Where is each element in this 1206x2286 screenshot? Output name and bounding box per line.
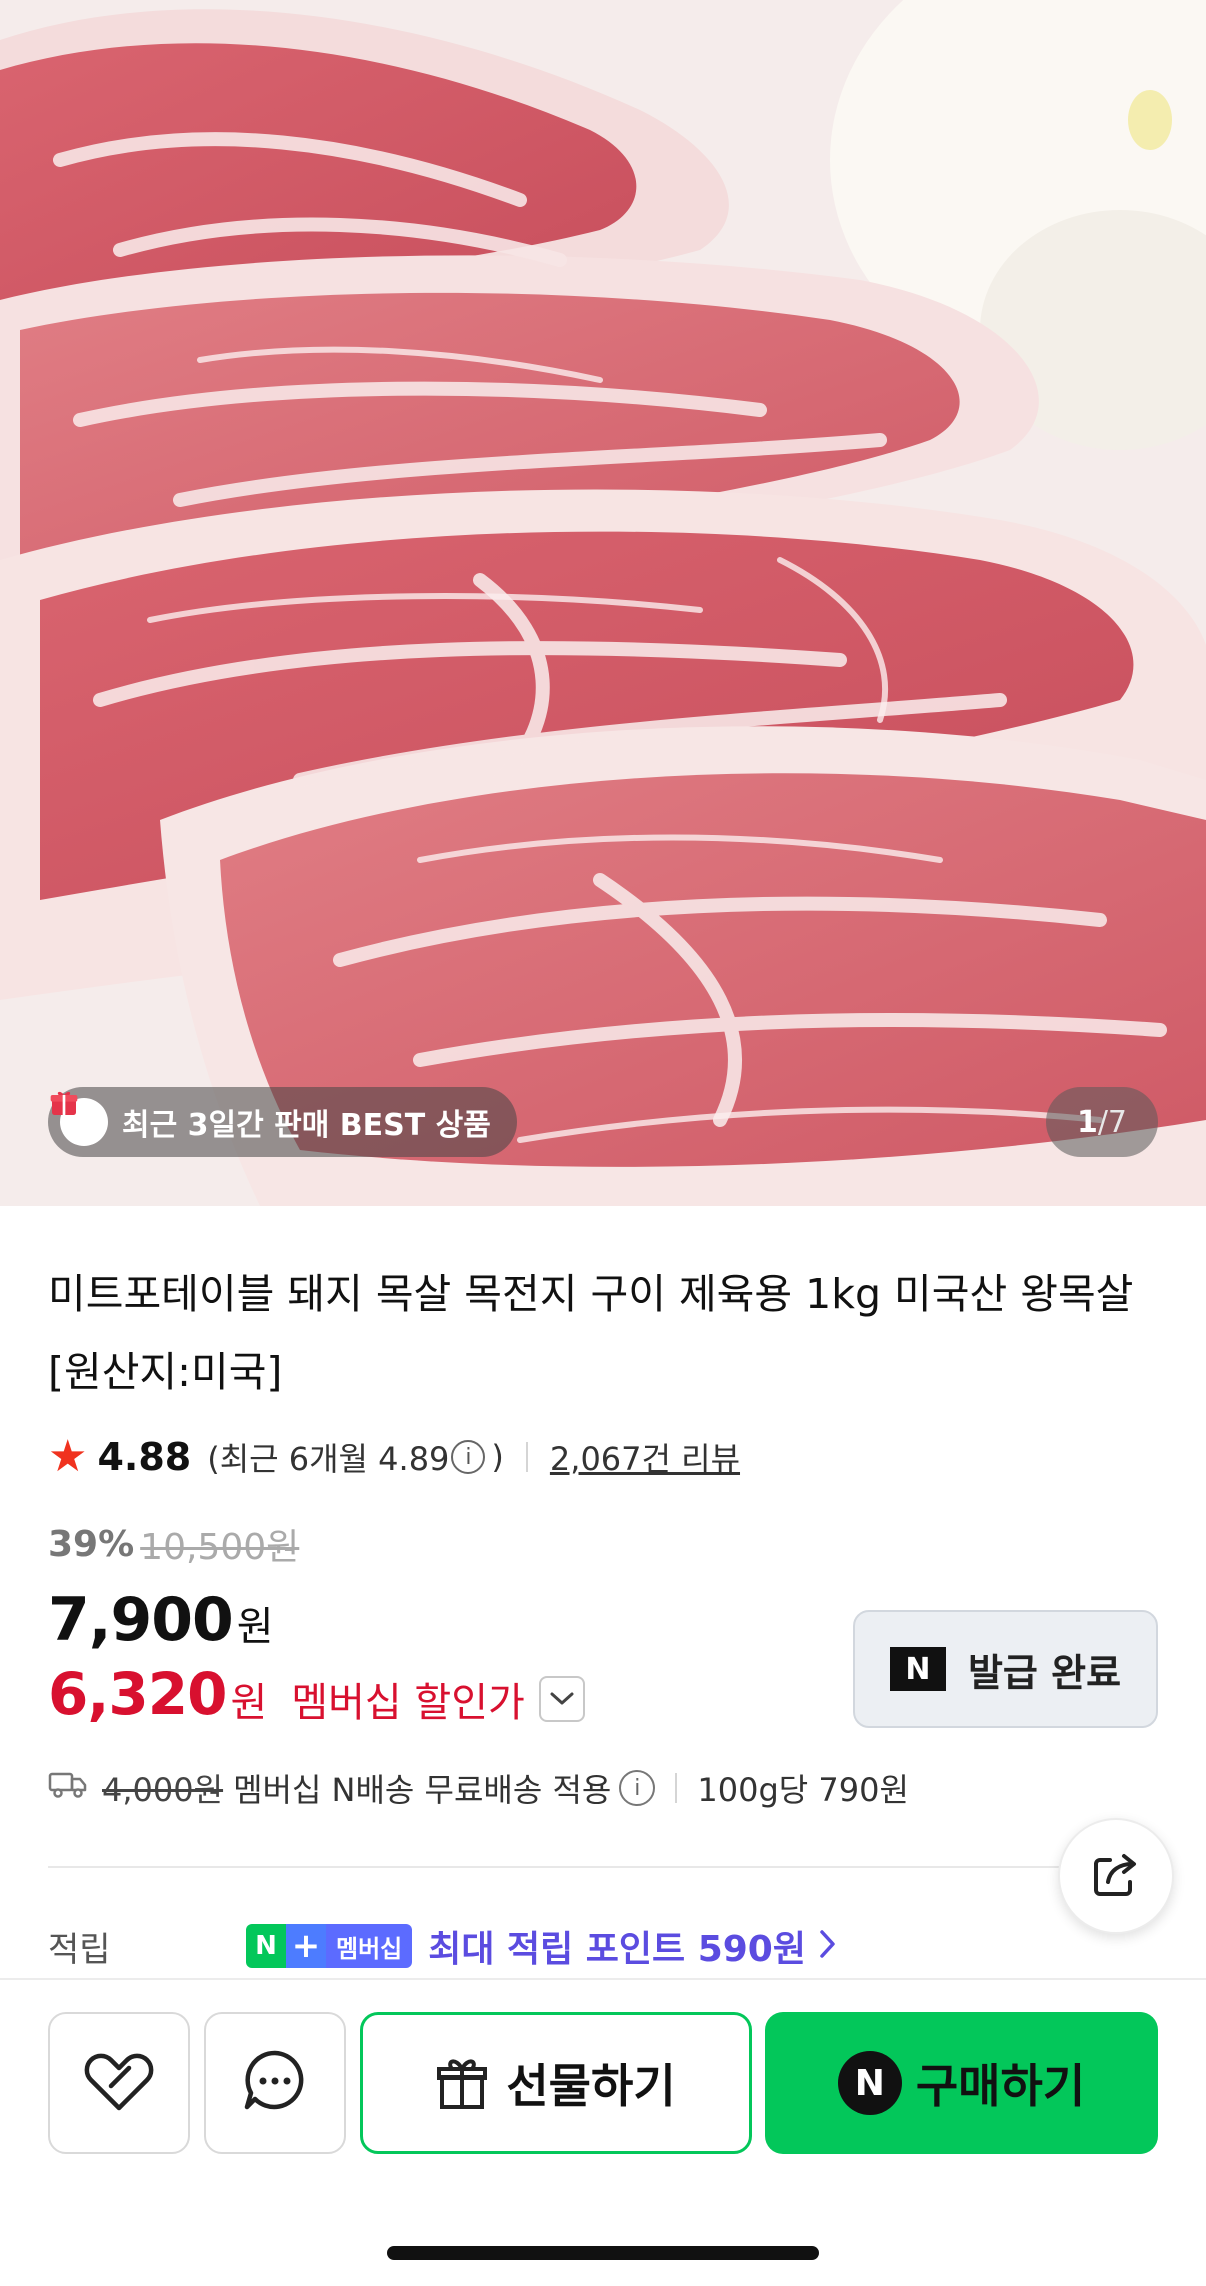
discount-rate: 39% xyxy=(48,1523,135,1565)
points-row[interactable]: 적립 N + 멤버십 최대 적립 포인트 590원 xyxy=(48,1918,1158,1974)
info-icon[interactable]: i xyxy=(619,1770,656,1806)
member-price-label: 멤버십 할인가 xyxy=(291,1680,525,1726)
original-price: 10,500원 xyxy=(140,1527,300,1568)
buy-button-label: 구매하기 xyxy=(915,2059,1086,2113)
best-badge-text: 최근 3일간 판매 BEST 상품 xyxy=(122,1108,491,1143)
best-seller-badge: 최근 3일간 판매 BEST 상품 xyxy=(48,1087,517,1157)
page-total: /7 xyxy=(1097,1104,1128,1140)
home-indicator xyxy=(387,2246,819,2260)
gift-button-label: 선물하기 xyxy=(506,2059,676,2113)
coupon-issued-button[interactable]: N 발급 완료 xyxy=(853,1610,1158,1728)
recent-rating-text: (최근 6개월 4.89 xyxy=(207,1440,450,1478)
sale-price: 7,900 원 xyxy=(48,1585,274,1655)
product-title: 미트포테이블 돼지 목살 목전지 구이 제육용 1kg 미국산 왕목살 [원산지… xyxy=(48,1270,1134,1396)
star-icon: ★ xyxy=(48,1431,88,1482)
buy-button[interactable]: N 구매하기 xyxy=(765,2012,1158,2154)
rating-row: ★ 4.88 (최근 6개월 4.89 i ) 2,067건 리뷰 xyxy=(48,1428,740,1486)
divider xyxy=(675,1773,678,1803)
shipping-row: 4,000원 멤버십 N배송 무료배송 적용 i 100g당 790원 xyxy=(48,1763,909,1813)
naver-n-icon: N xyxy=(889,1647,946,1691)
share-button[interactable] xyxy=(1058,1818,1174,1934)
chat-bubble-icon xyxy=(241,2047,309,2119)
review-count-link[interactable]: 2,067건 리뷰 xyxy=(550,1434,740,1480)
shipping-text: 멤버십 N배송 무료배송 적용 xyxy=(233,1771,612,1809)
discount-row: 39% 10,500원 xyxy=(48,1518,299,1570)
product-photo xyxy=(0,0,1206,1206)
chevron-right-icon xyxy=(818,1928,838,1964)
unit-price: 100g당 790원 xyxy=(697,1771,909,1809)
info-icon[interactable]: i xyxy=(451,1440,486,1474)
divider xyxy=(525,1442,528,1472)
truck-icon xyxy=(48,1769,88,1807)
badge-n: N xyxy=(246,1924,286,1968)
recent-rating-close: ) xyxy=(491,1438,504,1476)
page-current: 1 xyxy=(1076,1104,1098,1140)
sale-price-unit: 원 xyxy=(236,1604,274,1650)
original-shipping-fee: 4,000원 xyxy=(102,1771,224,1809)
badge-plus: + xyxy=(286,1924,326,1968)
badge-membership: 멤버십 xyxy=(326,1924,413,1968)
naver-n-icon: N xyxy=(837,2051,902,2115)
coupon-label: 발급 완료 xyxy=(967,1650,1122,1695)
gift-button[interactable]: 선물하기 xyxy=(360,2012,752,2154)
member-price-value: 6,320 xyxy=(48,1660,227,1728)
section-divider xyxy=(48,1866,1118,1868)
gift-box-icon xyxy=(437,2059,488,2109)
max-points-text: 최대 적립 포인트 590원 xyxy=(428,1929,806,1970)
chevron-down-icon[interactable] xyxy=(538,1676,585,1722)
product-image-carousel[interactable]: 최근 3일간 판매 BEST 상품 1 /7 xyxy=(0,0,1206,1206)
points-label: 적립 xyxy=(48,1929,111,1970)
wishlist-button[interactable] xyxy=(48,2012,190,2154)
bottom-action-bar: 선물하기 N 구매하기 xyxy=(0,1978,1206,2286)
talk-button[interactable] xyxy=(204,2012,346,2154)
rating-score: 4.88 xyxy=(97,1435,192,1479)
member-price-unit: 원 xyxy=(230,1680,268,1726)
share-icon xyxy=(1088,1846,1144,1906)
gift-icon xyxy=(50,1091,108,1146)
heart-icon xyxy=(81,2046,157,2120)
sale-price-value: 7,900 xyxy=(48,1585,234,1655)
image-page-counter: 1 /7 xyxy=(1046,1087,1158,1157)
naver-plus-membership-badge: N + 멤버십 xyxy=(246,1924,413,1968)
member-price: 6,320 원 멤버십 할인가 xyxy=(48,1660,585,1728)
